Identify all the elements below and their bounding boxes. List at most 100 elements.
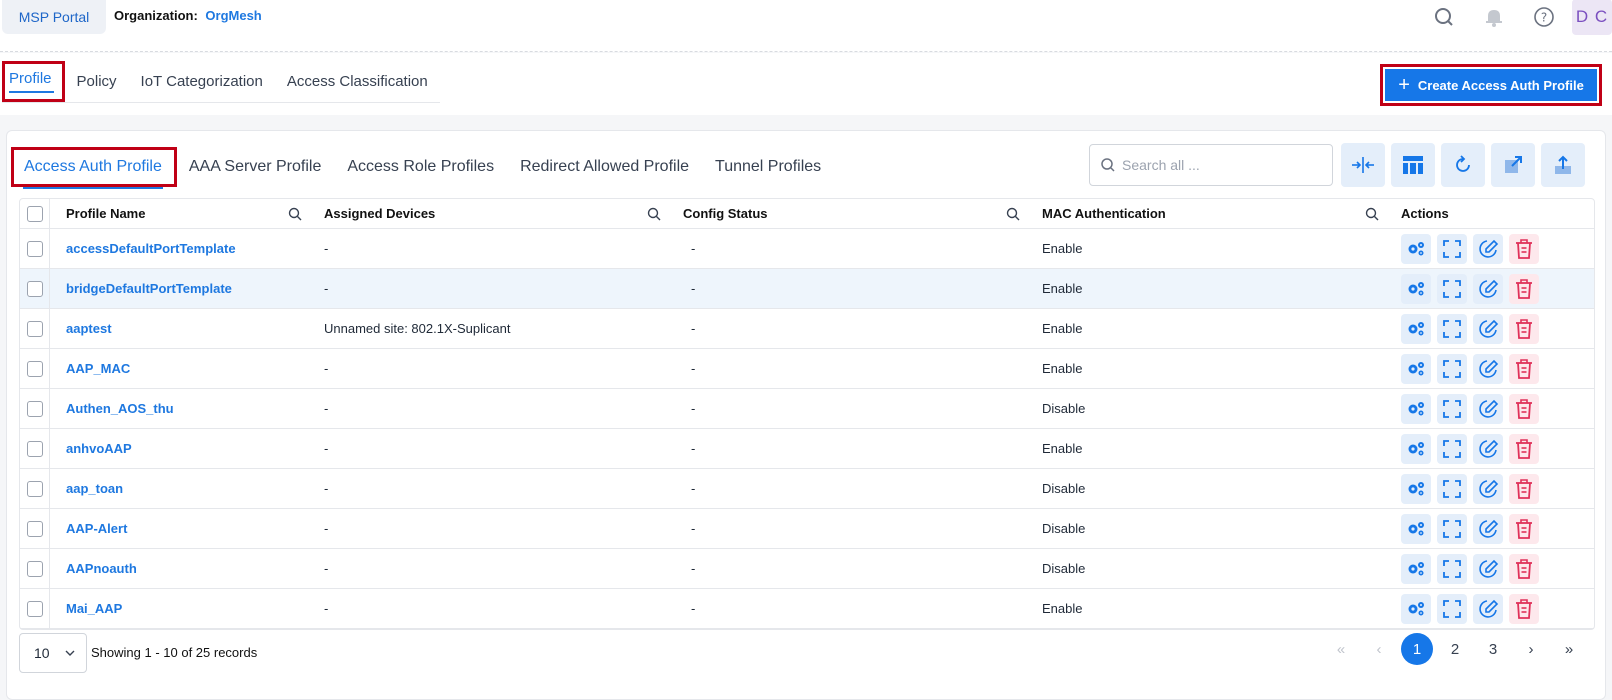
table-row[interactable]: AAPnoauth - - Disable xyxy=(20,549,1594,589)
row-checkbox[interactable] xyxy=(26,240,43,257)
refresh-icon[interactable] xyxy=(1441,143,1485,187)
collapse-columns-icon[interactable] xyxy=(1341,143,1385,187)
delete-trash-icon[interactable] xyxy=(1509,313,1539,344)
table-row[interactable]: AAP-Alert - - Disable xyxy=(20,509,1594,549)
upload-icon[interactable] xyxy=(1541,143,1585,187)
edit-icon[interactable] xyxy=(1473,353,1503,384)
previous-page-icon[interactable]: ‹ xyxy=(1363,633,1395,665)
expand-icon[interactable] xyxy=(1437,353,1467,384)
settings-gear-icon[interactable] xyxy=(1401,273,1431,304)
delete-trash-icon[interactable] xyxy=(1509,513,1539,544)
row-checkbox[interactable] xyxy=(26,600,43,617)
column-header-assigned-devices[interactable]: Assigned Devices xyxy=(324,206,435,221)
edit-icon[interactable] xyxy=(1473,233,1503,264)
edit-icon[interactable] xyxy=(1473,433,1503,464)
column-header-config-status[interactable]: Config Status xyxy=(683,206,768,221)
profile-name-link[interactable]: bridgeDefaultPortTemplate xyxy=(66,281,232,296)
tab-iot-categorization[interactable]: IoT Categorization xyxy=(129,73,275,102)
settings-gear-icon[interactable] xyxy=(1401,313,1431,344)
row-checkbox[interactable] xyxy=(26,480,43,497)
expand-icon[interactable] xyxy=(1437,553,1467,584)
tab-aaa-server-profile[interactable]: AAA Server Profile xyxy=(189,158,322,176)
settings-gear-icon[interactable] xyxy=(1401,433,1431,464)
column-search-icon[interactable] xyxy=(647,207,661,221)
profile-name-link[interactable]: AAP_MAC xyxy=(66,361,130,376)
organization-value[interactable]: OrgMesh xyxy=(205,8,261,23)
expand-icon[interactable] xyxy=(1437,233,1467,264)
delete-trash-icon[interactable] xyxy=(1509,393,1539,424)
column-header-mac-authentication[interactable]: MAC Authentication xyxy=(1042,206,1166,221)
column-search-icon[interactable] xyxy=(288,207,302,221)
column-header-profile-name[interactable]: Profile Name xyxy=(66,206,145,221)
page-size-select[interactable]: 10 xyxy=(19,633,87,673)
row-checkbox[interactable] xyxy=(26,320,43,337)
table-row[interactable]: accessDefaultPortTemplate - - Enable xyxy=(20,229,1594,269)
settings-gear-icon[interactable] xyxy=(1401,393,1431,424)
search-input[interactable] xyxy=(1122,157,1322,173)
avatar[interactable]: D C xyxy=(1572,0,1612,35)
profile-name-link[interactable]: Mai_AAP xyxy=(66,601,122,616)
profile-name-link[interactable]: anhvoAAP xyxy=(66,441,132,456)
delete-trash-icon[interactable] xyxy=(1509,593,1539,624)
edit-icon[interactable] xyxy=(1473,313,1503,344)
table-layout-icon[interactable] xyxy=(1391,143,1435,187)
profile-name-link[interactable]: aap_toan xyxy=(66,481,123,496)
table-row[interactable]: aaptest Unnamed site: 802.1X-Suplicant - En… xyxy=(20,309,1594,349)
row-checkbox[interactable] xyxy=(26,560,43,577)
settings-gear-icon[interactable] xyxy=(1401,233,1431,264)
edit-icon[interactable] xyxy=(1473,273,1503,304)
table-row[interactable]: aap_toan - - Disable xyxy=(20,469,1594,509)
edit-icon[interactable] xyxy=(1473,513,1503,544)
page-3-button[interactable]: 3 xyxy=(1477,633,1509,665)
edit-icon[interactable] xyxy=(1473,393,1503,424)
delete-trash-icon[interactable] xyxy=(1509,433,1539,464)
next-page-icon[interactable]: › xyxy=(1515,633,1547,665)
settings-gear-icon[interactable] xyxy=(1401,353,1431,384)
delete-trash-icon[interactable] xyxy=(1509,233,1539,264)
delete-trash-icon[interactable] xyxy=(1509,473,1539,504)
row-checkbox[interactable] xyxy=(26,520,43,537)
bell-icon[interactable] xyxy=(1474,0,1514,34)
export-icon[interactable] xyxy=(1491,143,1535,187)
expand-icon[interactable] xyxy=(1437,593,1467,624)
expand-icon[interactable] xyxy=(1437,273,1467,304)
settings-gear-icon[interactable] xyxy=(1401,513,1431,544)
table-row[interactable]: Mai_AAP - - Enable xyxy=(20,589,1594,629)
settings-gear-icon[interactable] xyxy=(1401,553,1431,584)
row-checkbox[interactable] xyxy=(26,440,43,457)
tab-redirect-allowed-profile[interactable]: Redirect Allowed Profile xyxy=(520,158,689,176)
expand-icon[interactable] xyxy=(1437,313,1467,344)
select-all-checkbox[interactable] xyxy=(26,205,43,222)
tab-access-classification[interactable]: Access Classification xyxy=(275,73,440,102)
edit-icon[interactable] xyxy=(1473,553,1503,584)
delete-trash-icon[interactable] xyxy=(1509,553,1539,584)
msp-portal-button[interactable]: MSP Portal xyxy=(2,0,106,34)
search-icon[interactable] xyxy=(1424,0,1464,34)
table-row[interactable]: anhvoAAP - - Enable xyxy=(20,429,1594,469)
tab-access-role-profiles[interactable]: Access Role Profiles xyxy=(347,158,494,176)
edit-icon[interactable] xyxy=(1473,473,1503,504)
tab-access-auth-profile[interactable]: Access Auth Profile xyxy=(11,147,177,187)
expand-icon[interactable] xyxy=(1437,513,1467,544)
column-search-icon[interactable] xyxy=(1365,207,1379,221)
row-checkbox[interactable] xyxy=(26,280,43,297)
row-checkbox[interactable] xyxy=(26,360,43,377)
tab-tunnel-profiles[interactable]: Tunnel Profiles xyxy=(715,158,821,176)
table-row[interactable]: bridgeDefaultPortTemplate - - Enable xyxy=(20,269,1594,309)
profile-name-link[interactable]: AAPnoauth xyxy=(66,561,137,576)
create-access-auth-profile-button[interactable]: + Create Access Auth Profile xyxy=(1385,69,1597,101)
profile-name-link[interactable]: accessDefaultPortTemplate xyxy=(66,241,236,256)
row-checkbox[interactable] xyxy=(26,400,43,417)
delete-trash-icon[interactable] xyxy=(1509,273,1539,304)
page-2-button[interactable]: 2 xyxy=(1439,633,1471,665)
column-search-icon[interactable] xyxy=(1006,207,1020,221)
table-row[interactable]: AAP_MAC - - Enable xyxy=(20,349,1594,389)
profile-name-link[interactable]: aaptest xyxy=(66,321,112,336)
profile-name-link[interactable]: AAP-Alert xyxy=(66,521,127,536)
delete-trash-icon[interactable] xyxy=(1509,353,1539,384)
tab-policy[interactable]: Policy xyxy=(65,73,129,102)
profile-name-link[interactable]: Authen_AOS_thu xyxy=(66,401,174,416)
expand-icon[interactable] xyxy=(1437,473,1467,504)
page-1-button[interactable]: 1 xyxy=(1401,633,1433,665)
tab-profile[interactable]: Profile xyxy=(2,61,65,102)
